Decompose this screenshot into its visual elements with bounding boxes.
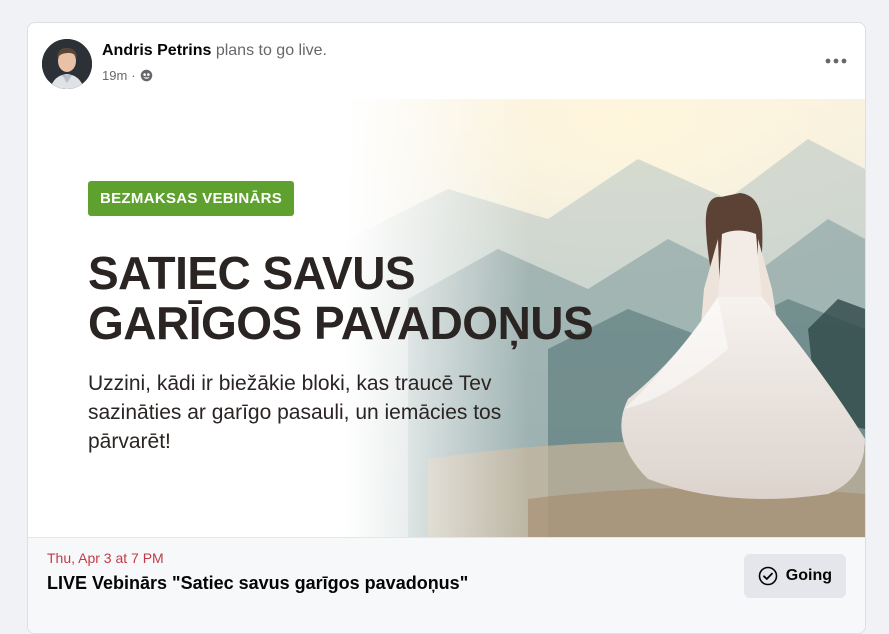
- event-date: Thu, Apr 3 at 7 PM: [47, 550, 164, 566]
- post-card: Andris Petrins plans to go live. 19m · B…: [27, 22, 866, 634]
- author-line: Andris Petrins plans to go live.: [102, 42, 327, 60]
- event-title[interactable]: LIVE Vebinārs "Satiec savus garīgos pava…: [47, 573, 468, 594]
- event-cover-image[interactable]: BEZMAKSAS VEBINĀRS SATIEC SAVUS GARĪGOS …: [28, 99, 865, 537]
- banner-subtext: Uzzini, kādi ir biežākie bloki, kas trau…: [88, 372, 502, 453]
- free-webinar-badge: BEZMAKSAS VEBINĀRS: [88, 181, 295, 216]
- headline-line-1: SATIEC SAVUS: [88, 247, 416, 299]
- event-info-bar[interactable]: Thu, Apr 3 at 7 PM LIVE Vebinārs "Satiec…: [28, 537, 865, 633]
- post-action-text: plans to go live.: [215, 42, 327, 59]
- meta-separator: ·: [131, 68, 136, 83]
- banner-headline: SATIEC SAVUS GARĪGOS PAVADOŅUS: [88, 247, 594, 349]
- going-label: Going: [785, 567, 832, 584]
- check-circle-icon: [758, 566, 778, 586]
- globe-icon[interactable]: [140, 69, 153, 82]
- post-meta: 19m ·: [102, 68, 153, 83]
- post-header: Andris Petrins plans to go live. 19m ·: [28, 23, 865, 100]
- author-name[interactable]: Andris Petrins: [102, 42, 211, 59]
- headline-line-2: GARĪGOS PAVADOŅUS: [88, 297, 594, 349]
- author-avatar[interactable]: [42, 39, 92, 89]
- more-options-button[interactable]: [821, 49, 851, 73]
- post-time[interactable]: 19m: [102, 68, 127, 83]
- more-horizontal-icon: [825, 58, 847, 64]
- going-button[interactable]: Going: [743, 554, 846, 598]
